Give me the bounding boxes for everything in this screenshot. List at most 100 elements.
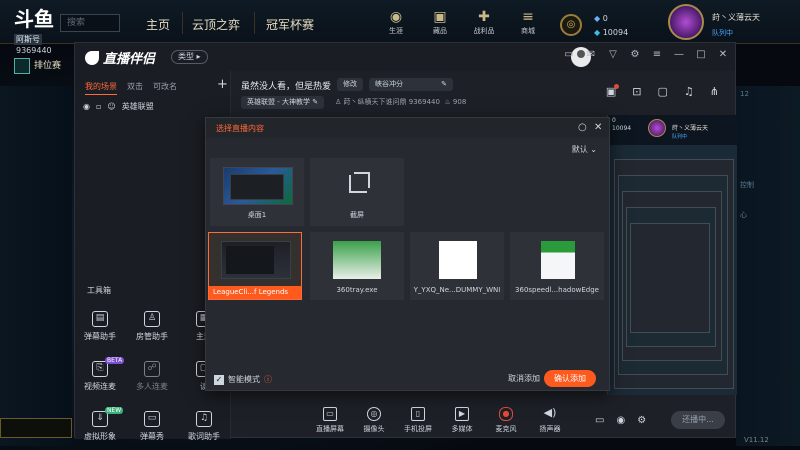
share-icon[interactable]: ⋔ [710, 85, 719, 98]
preview-topbar: 0 10094 莳丶义薄云天 队列中 [608, 115, 737, 145]
tool-room-admin[interactable]: ♙ 房管助手 [127, 311, 177, 342]
store-button[interactable]: ≡ 商城 [512, 8, 544, 36]
confirm-add-button[interactable]: 确认添加 [544, 370, 596, 387]
app-titlebar: 直播伴侣 类型 ▸ ▭ ✉ ▽ ⚙ ≡ — □ ✕ [75, 43, 735, 71]
source-card-lol[interactable]: LeagueCli...f Legends [208, 232, 302, 300]
mic-button[interactable]: ● 麦克风 [491, 407, 521, 434]
douyu-uid: 9369440 [16, 46, 52, 55]
source-caption: LeagueCli...f Legends [209, 286, 301, 299]
scene-item[interactable]: ◉ ▫ ☺ 英雄联盟 [83, 101, 154, 112]
screen-icon[interactable]: ▭ [563, 49, 575, 60]
scene-label: 英雄联盟 [121, 102, 154, 111]
nav-tft[interactable]: 云顶之弈 [192, 16, 240, 33]
edit-title-button[interactable]: 修改 [337, 78, 363, 91]
settings-icon[interactable]: ⚙ [629, 49, 641, 60]
menu-icon[interactable]: ≡ [651, 49, 663, 60]
toolbar-label: 扬声器 [539, 425, 561, 433]
stream-tools: ▣ ⊡ ▢ ♫ ⋔ [606, 84, 719, 98]
desktop-thumbnail [223, 167, 293, 205]
streamer-name: 莳丶纵横天下谁问鼎 [343, 98, 407, 106]
tag-label: 峡谷冲分 [375, 80, 403, 88]
cancel-button[interactable]: 取消添加 [508, 373, 540, 384]
close-icon[interactable]: ✕ [717, 49, 729, 60]
mode-selector[interactable]: 类型 ▸ [171, 50, 208, 64]
mail-icon[interactable]: ✉ [585, 49, 597, 60]
client-version: V11.12 [744, 436, 769, 444]
preview-nested-window [630, 223, 710, 333]
gift-icon[interactable]: ▣ [606, 84, 620, 98]
source-caption: 360speedl...hadowEdge [515, 286, 599, 294]
refresh-icon[interactable]: ○ [578, 122, 587, 133]
camera-source-button[interactable]: ◎ 摄像头 [359, 407, 389, 434]
stream-preview[interactable]: 0 10094 莳丶义薄云天 队列中 [607, 115, 737, 395]
source-card-dummy[interactable]: Y_YXQ_Ne...DUMMY_WNI [410, 232, 504, 300]
collection-button[interactable]: ▣ 藏品 [424, 8, 456, 36]
lock-icon[interactable]: ▫ [96, 102, 101, 111]
coin-icon[interactable]: ◎ [560, 14, 582, 36]
source-caption: 截屏 [350, 211, 364, 219]
multi-link-icon: ☍ [144, 361, 160, 377]
phone-icon: ▯ [411, 407, 425, 421]
tab-my-scenes[interactable]: 我的场景 [85, 81, 117, 95]
tool-label: 视频连麦 [84, 382, 116, 391]
beta-badge: BETA [105, 357, 125, 364]
nav-home[interactable]: 主页 [146, 16, 170, 33]
tool-lyrics[interactable]: ♫ 歌词助手 [179, 411, 229, 442]
tool-virtual-avatar[interactable]: NEW ⇓ 虚拟形象 [75, 407, 125, 442]
tool-video-link[interactable]: BETA ⎘ 视频连麦 [75, 357, 125, 392]
source-card-360tray[interactable]: 360tray.exe [310, 232, 404, 300]
tool-multi-link[interactable]: ☍ 多人连麦 [127, 361, 177, 392]
currency-display: ◆ 0 ◆ 10094 [594, 12, 628, 40]
maximize-icon[interactable]: □ [695, 49, 707, 60]
danmu-icon: ▤ [92, 311, 108, 327]
bell-icon[interactable]: ♫ [684, 85, 694, 98]
settings-icon[interactable]: ⚙ [637, 415, 646, 426]
start-live-button[interactable]: 还播中... [671, 411, 725, 429]
toolbar-label: 手机投屏 [404, 425, 432, 433]
game-icon: ☺ [107, 102, 116, 111]
player-avatar[interactable] [668, 4, 704, 40]
tool-danmu-assistant[interactable]: ▤ 弹幕助手 [75, 311, 125, 342]
media-source-button[interactable]: ▶ 多媒体 [447, 407, 477, 434]
category-selector[interactable]: 英雄联盟 - 大神教学 ✎ [241, 96, 325, 109]
pencil-icon: ✎ [441, 80, 447, 88]
record-icon[interactable]: ▢ [658, 85, 668, 98]
ranked-icon [14, 58, 30, 74]
checkbox-checked-icon[interactable]: ✓ [214, 374, 224, 385]
eye-icon[interactable]: ◉ [83, 102, 90, 111]
loot-button[interactable]: ✚ 战利品 [468, 8, 500, 36]
source-card-360speed[interactable]: 360speedl...hadowEdge [510, 232, 604, 300]
shirt-icon[interactable]: ▽ [607, 49, 619, 60]
admin-icon: ♙ [144, 311, 160, 327]
phone-source-button[interactable]: ▯ 手机投屏 [403, 407, 433, 434]
bottom-right-icons: ▭ ◉ ⚙ [595, 415, 646, 426]
profile-button[interactable]: ◉ 生涯 [380, 8, 412, 36]
record-camera-icon[interactable]: ▭ [595, 415, 604, 426]
help-icon[interactable]: ⓘ [264, 374, 272, 385]
streamer-info: ♙ 莳丶纵横天下谁问鼎 9369440 ♨ 908 [335, 97, 466, 107]
add-scene-button[interactable]: + [217, 77, 228, 92]
side-text: 12 [740, 90, 749, 98]
close-icon[interactable]: ✕ [594, 122, 602, 133]
source-card-screenshot[interactable]: 截屏 [310, 158, 404, 226]
left-sidebar [0, 86, 72, 446]
titlebar-tools: ▭ ✉ ▽ ⚙ ≡ — □ ✕ [563, 49, 729, 60]
source-card-desktop[interactable]: 桌面1 [210, 158, 304, 226]
smart-mode-toggle[interactable]: ✓ 智能模式 ⓘ [214, 374, 272, 385]
screen-source-button[interactable]: ▭ 直播屏幕 [315, 407, 345, 434]
sort-dropdown[interactable]: 默认 ⌄ [572, 144, 597, 155]
stream-info: 虽然没人看，但是热爱 修改 峡谷冲分 ✎ 英雄联盟 - 大神教学 ✎ ♙ 莳丶纵… [235, 75, 575, 115]
tool-danmu-show[interactable]: ▭ 弹幕秀 [127, 411, 177, 442]
nav-clash[interactable]: 冠军杯赛 [266, 16, 314, 33]
lock-icon[interactable]: ⊡ [632, 85, 641, 98]
tool-label: 歌词助手 [188, 432, 220, 441]
eye-icon[interactable]: ◉ [616, 415, 625, 426]
screen-icon: ▭ [323, 407, 337, 421]
speaker-button[interactable]: ◀) 扬声器 [535, 407, 565, 434]
search-input[interactable]: 搜索 [60, 14, 120, 32]
minimize-icon[interactable]: — [673, 49, 685, 60]
rocket-icon [85, 51, 99, 65]
ranked-label[interactable]: 排位赛 [34, 58, 61, 71]
sort-label: 默认 [571, 145, 588, 154]
stream-tag[interactable]: 峡谷冲分 ✎ [369, 78, 453, 91]
